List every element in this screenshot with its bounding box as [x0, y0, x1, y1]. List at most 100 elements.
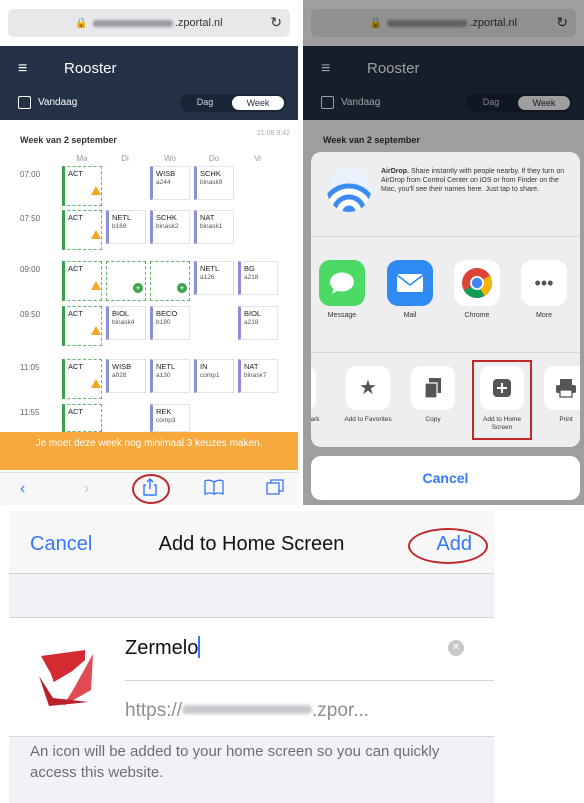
lesson-cell[interactable]: NAT binask1: [194, 210, 234, 244]
choice-slot[interactable]: +: [150, 261, 190, 301]
lesson-room: binask1: [200, 223, 223, 230]
lesson-cell[interactable]: SCHK binask2: [150, 210, 190, 244]
menu-icon[interactable]: ≡: [18, 60, 27, 78]
warning-icon: [91, 230, 101, 239]
lesson-room: a218: [244, 319, 259, 326]
action-label: Copy: [425, 416, 441, 423]
time-label: 11:05: [20, 363, 40, 372]
choices-banner[interactable]: Je moet deze week nog minimaal 3 keuzes …: [0, 432, 298, 470]
redacted-url: [182, 705, 313, 714]
name-input[interactable]: Zermelo: [125, 636, 201, 660]
today-button[interactable]: Vandaag: [38, 97, 77, 108]
lesson-subject: WISB: [112, 362, 132, 371]
lesson-cell[interactable]: BG a218: [238, 261, 278, 295]
share-app-chrome[interactable]: Chrome: [452, 260, 502, 319]
action-print[interactable]: Print: [541, 366, 580, 424]
more-icon: •••: [521, 260, 567, 306]
warning-icon: [91, 326, 101, 335]
lesson-cell[interactable]: ACT: [62, 166, 102, 206]
app-label: Message: [327, 312, 357, 319]
redacted-url: [92, 19, 173, 27]
view-toggle: Dag Week: [180, 94, 286, 112]
airdrop-icon[interactable]: [327, 168, 371, 212]
reload-icon[interactable]: ↻: [270, 14, 282, 31]
lesson-cell[interactable]: NETL b169: [106, 210, 146, 244]
book-icon[interactable]: [204, 479, 224, 500]
lesson-cell[interactable]: BECO b180: [150, 306, 190, 340]
lesson-cell[interactable]: SCHK binask9: [194, 166, 234, 200]
lesson-cell[interactable]: WISB a244: [150, 166, 190, 200]
action-copy[interactable]: Copy: [408, 366, 458, 424]
action-label: Print: [559, 416, 573, 423]
add-to-home-screen-dialog: Cancel Add to Home Screen Add Zermelo ✕ …: [9, 511, 494, 803]
url-suffix: .zpor...: [312, 700, 370, 721]
lesson-subject: IN: [200, 362, 208, 371]
lesson-subject: SCHK: [200, 169, 221, 178]
lesson-room: a130: [156, 372, 171, 379]
action-label: Add to Favorites: [344, 416, 392, 423]
lesson-cell[interactable]: IN comp1: [194, 359, 234, 393]
action-label: ark: [311, 416, 320, 423]
week-view-button[interactable]: Week: [232, 96, 284, 110]
lesson-cell[interactable]: ACT: [62, 210, 102, 250]
day-header: Di: [121, 154, 129, 163]
lesson-cell[interactable]: ACT: [62, 404, 102, 432]
day-header: Do: [208, 154, 220, 163]
lesson-subject: WISB: [156, 169, 176, 178]
zermelo-logo: [39, 650, 93, 706]
share-app-more[interactable]: ••• More: [519, 260, 569, 319]
lesson-room: a126: [200, 274, 215, 281]
tabs-icon[interactable]: [266, 479, 284, 500]
lesson-room: binask7: [244, 372, 267, 379]
clear-icon[interactable]: ✕: [448, 640, 464, 656]
week-header: Week van 2 september: [20, 135, 117, 145]
lesson-cell[interactable]: NAT binask7: [238, 359, 278, 393]
share-app-message[interactable]: Message: [317, 260, 367, 319]
cancel-button[interactable]: Cancel: [311, 456, 580, 500]
day-header: Wo: [164, 154, 176, 163]
app-label: Mail: [403, 312, 417, 319]
lesson-subject: BIOL: [244, 309, 262, 318]
action-add-to-favorites[interactable]: ★ Add to Favorites: [343, 366, 393, 424]
lesson-cell[interactable]: ACT: [62, 306, 102, 346]
share-sheet: AirDrop. Share instantly with people nea…: [311, 152, 580, 447]
add-choice-icon[interactable]: +: [133, 283, 143, 293]
day-view-button[interactable]: Dag: [180, 97, 230, 107]
lesson-room: a244: [156, 179, 171, 186]
lesson-cell[interactable]: NETL a126: [194, 261, 234, 295]
share-sheet-screen: 🔒 .zportal.nl ↻ ≡ Rooster Vandaag Dag We…: [303, 0, 584, 505]
bookmark-icon: □: [311, 366, 316, 410]
lesson-cell[interactable]: NETL a130: [150, 359, 190, 393]
back-icon[interactable]: ‹: [20, 480, 25, 498]
lesson-cell[interactable]: BIOL a218: [238, 306, 278, 340]
lesson-room: comp1: [200, 372, 220, 379]
choice-slot[interactable]: +: [106, 261, 146, 301]
info-note: An icon will be added to your home scree…: [30, 743, 440, 781]
time-label: 09:50: [20, 310, 41, 319]
calendar-icon[interactable]: [18, 96, 31, 109]
lesson-room: b169: [112, 223, 127, 230]
forward-icon[interactable]: ›: [84, 480, 89, 498]
mail-icon: [387, 260, 433, 306]
action-bookmark[interactable]: □ ark: [311, 366, 320, 424]
address-bar[interactable]: 🔒 .zportal.nl ↻: [8, 9, 290, 37]
bookmark-form: Zermelo ✕ https:// .zpor...: [9, 617, 494, 737]
lesson-cell[interactable]: WISB a028: [106, 359, 146, 393]
lesson-cell[interactable]: ACT: [62, 261, 102, 301]
divider: [311, 352, 580, 353]
lesson-cell[interactable]: BIOL binask4: [106, 306, 146, 340]
lesson-subject: NAT: [244, 362, 259, 371]
lesson-subject: ACT: [68, 264, 83, 273]
schedule-screen: 🔒 .zportal.nl ↻ ≡ Rooster Vandaag Dag We…: [0, 0, 298, 505]
lesson-room: a028: [112, 372, 127, 379]
add-highlight: [408, 528, 488, 564]
url-field: https:// .zpor...: [125, 700, 369, 722]
share-app-mail[interactable]: Mail: [385, 260, 435, 319]
text-caret: [198, 636, 201, 658]
time-label: 07:50: [20, 214, 41, 223]
share-highlight: [132, 474, 170, 504]
lesson-cell[interactable]: REK comp3: [150, 404, 190, 432]
lesson-room: b180: [156, 319, 171, 326]
lesson-cell[interactable]: ACT: [62, 359, 102, 399]
add-choice-icon[interactable]: +: [177, 283, 187, 293]
